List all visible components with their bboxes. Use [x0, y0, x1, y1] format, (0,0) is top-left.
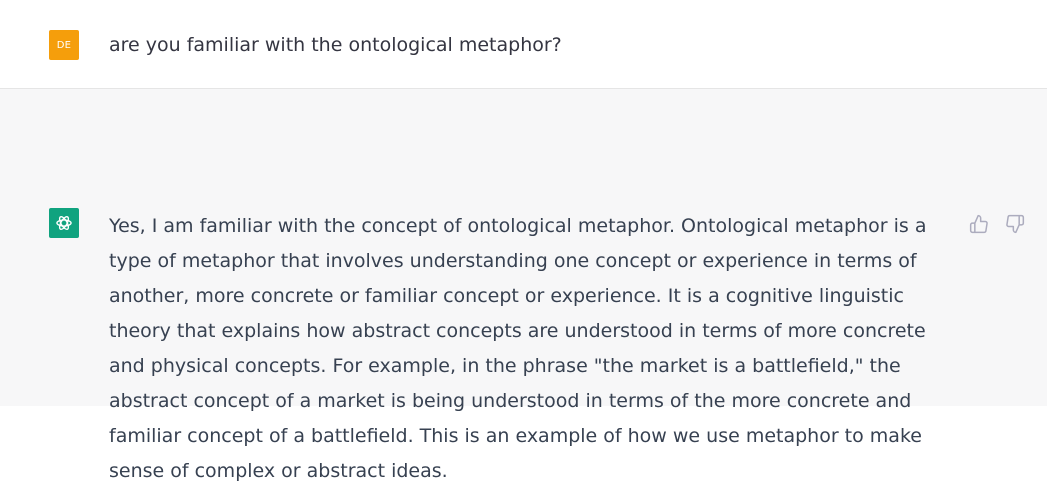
user-avatar-initials: DE — [56, 39, 72, 51]
assistant-message: Yes, I am familiar with the concept of o… — [0, 89, 1047, 482]
user-message: DE are you familiar with the ontological… — [0, 0, 1047, 89]
user-avatar: DE — [49, 30, 79, 60]
assistant-message-text: Yes, I am familiar with the concept of o… — [109, 215, 927, 482]
message-actions — [968, 213, 1026, 235]
thumbs-down-icon — [1006, 214, 1025, 234]
thumbs-up-button[interactable] — [968, 213, 990, 235]
user-message-text: are you familiar with the ontological me… — [109, 34, 562, 56]
openai-logo-icon — [56, 216, 72, 230]
assistant-avatar — [49, 208, 79, 238]
thumbs-down-button[interactable] — [1004, 213, 1026, 235]
thumbs-up-icon — [969, 214, 988, 234]
